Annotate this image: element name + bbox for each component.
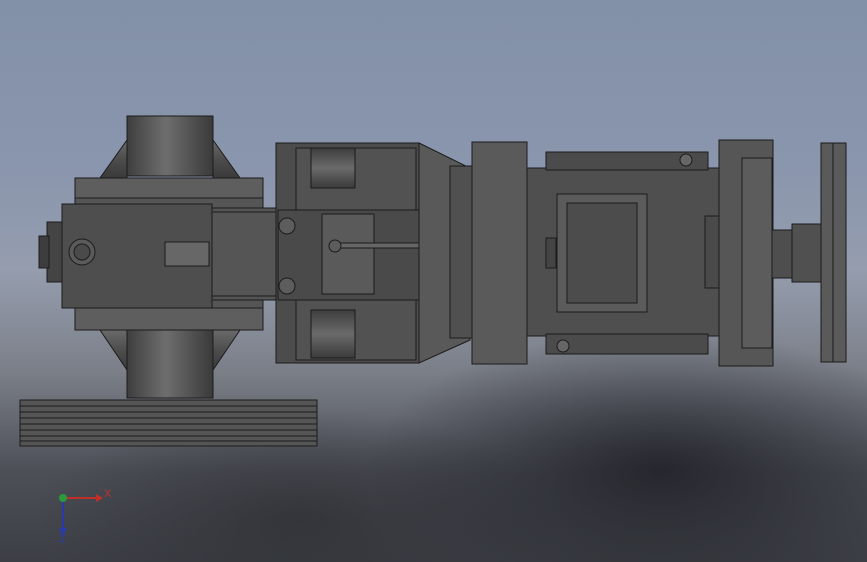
y-axis-icon (59, 494, 67, 502)
x-axis-label: X (104, 488, 112, 500)
z-axis-label: Z (59, 533, 66, 545)
axis-triad: X Z (59, 488, 112, 545)
cad-viewport[interactable]: X Z (0, 0, 867, 562)
